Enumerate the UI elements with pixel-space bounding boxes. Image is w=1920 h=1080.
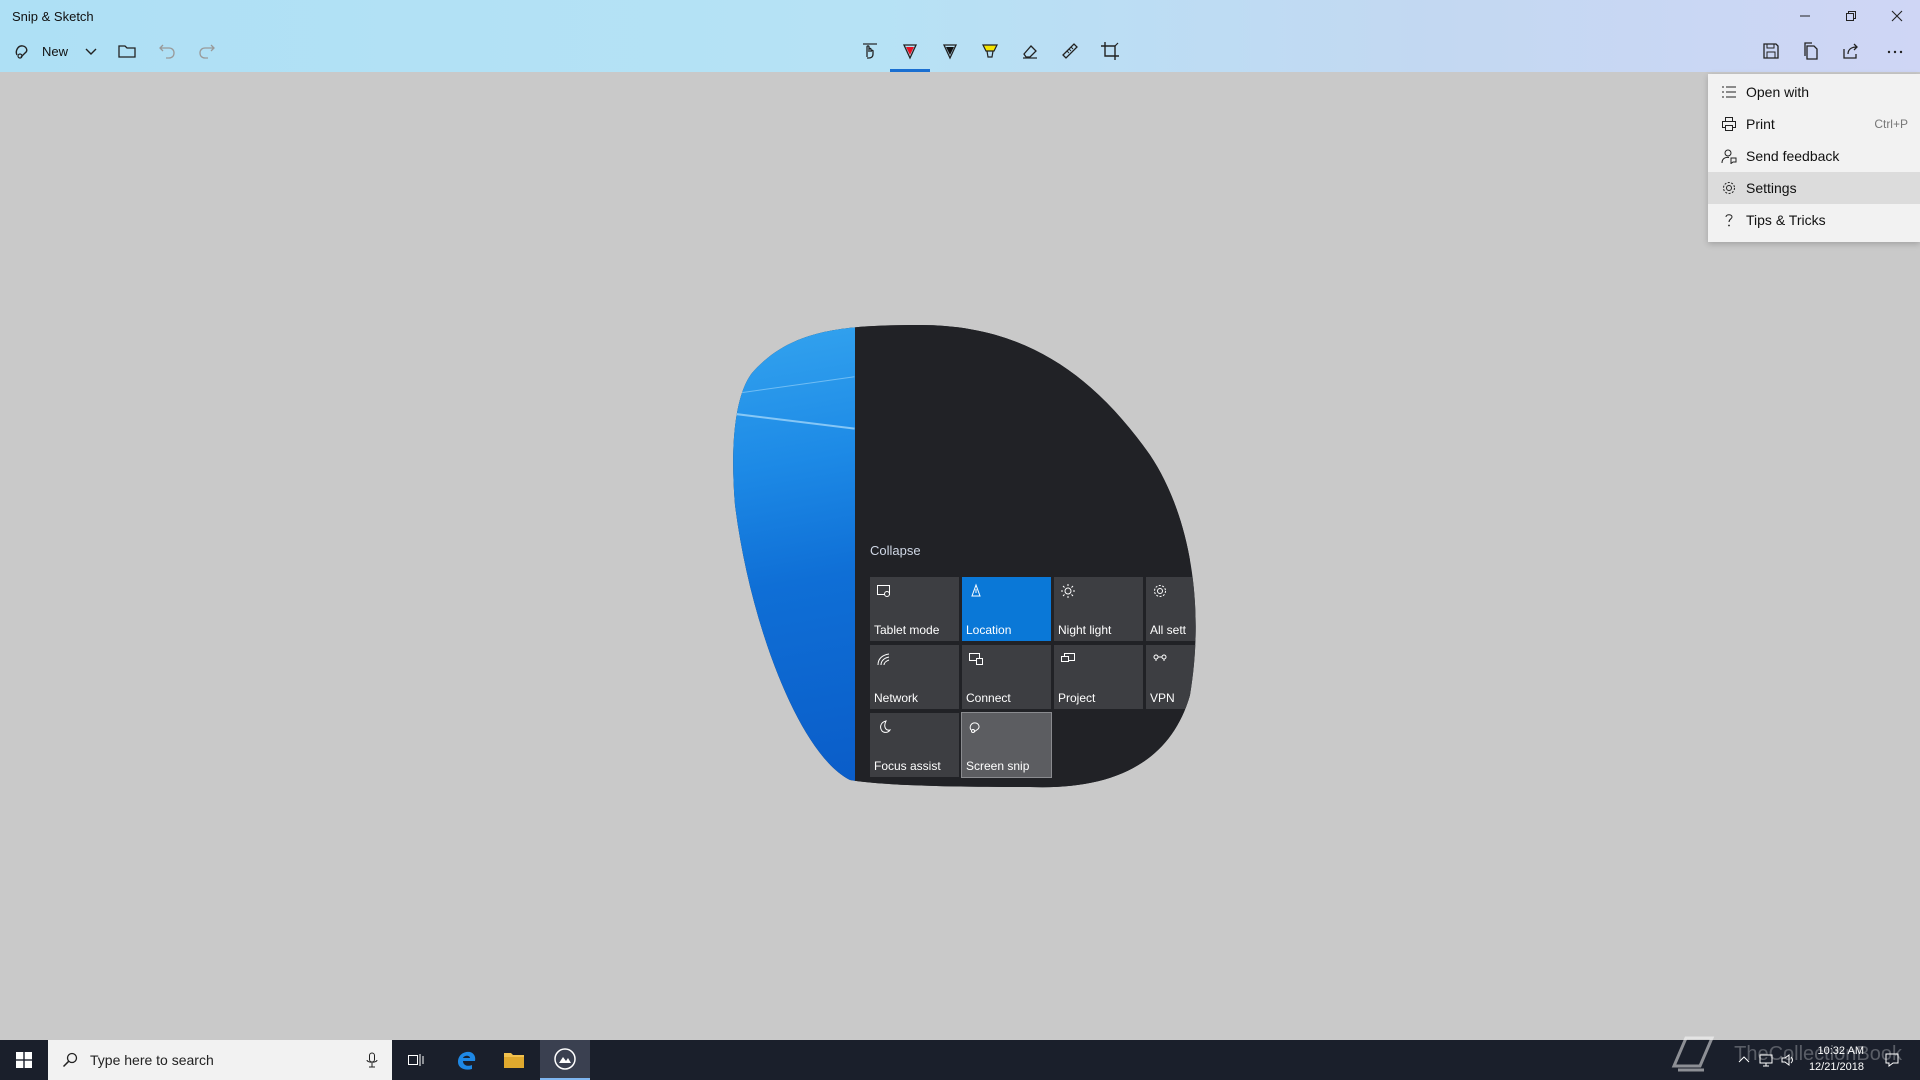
close-button[interactable] xyxy=(1874,0,1920,32)
restore-button[interactable] xyxy=(1828,0,1874,32)
collapse-link: Collapse xyxy=(870,543,921,558)
feedback-icon xyxy=(1720,147,1738,165)
tile-network: Network xyxy=(870,645,959,709)
open-file-icon[interactable] xyxy=(110,36,144,66)
tablet-mode-icon xyxy=(876,583,892,599)
more-icon[interactable] xyxy=(1878,36,1912,66)
start-button[interactable] xyxy=(0,1040,48,1080)
tile-label: All sett xyxy=(1150,623,1187,637)
search-icon xyxy=(62,1052,78,1068)
gear-icon xyxy=(1152,583,1168,599)
vpn-icon xyxy=(1152,651,1168,667)
tile-label: Connect xyxy=(966,691,1011,705)
menu-item-label: Settings xyxy=(1746,180,1797,196)
tile-label: Focus assist xyxy=(874,759,941,773)
menu-item-label: Print xyxy=(1746,116,1775,132)
ballpoint-pen-icon[interactable] xyxy=(893,36,927,66)
save-icon[interactable] xyxy=(1754,36,1788,66)
folder-icon xyxy=(504,1053,524,1068)
tile-night-light: Night light xyxy=(1054,577,1143,641)
snip-image: Collapse Tablet mode Location Night ligh… xyxy=(730,325,1190,790)
taskbar-search[interactable]: Type here to search xyxy=(48,1040,392,1080)
highlighter-icon[interactable] xyxy=(973,36,1007,66)
search-placeholder: Type here to search xyxy=(90,1052,214,1068)
file-explorer-app[interactable] xyxy=(490,1040,538,1080)
menu-item-shortcut: Ctrl+P xyxy=(1874,117,1908,131)
tile-label: Night light xyxy=(1058,623,1112,637)
edge-app[interactable] xyxy=(442,1040,490,1080)
task-view-icon xyxy=(408,1054,424,1066)
open-with-icon xyxy=(1720,83,1738,101)
menu-item-settings[interactable]: Settings xyxy=(1708,172,1920,204)
undo-icon[interactable] xyxy=(150,36,184,66)
tile-project: Project xyxy=(1054,645,1143,709)
screen-snip-icon xyxy=(968,719,984,735)
new-button[interactable]: New xyxy=(42,44,68,59)
tile-label: Project xyxy=(1058,691,1096,705)
tile-label: Network xyxy=(874,691,919,705)
minimize-button[interactable] xyxy=(1782,0,1828,32)
redo-icon[interactable] xyxy=(190,36,224,66)
tile-location: Location xyxy=(962,577,1051,641)
connect-icon xyxy=(968,651,984,667)
menu-item-label: Tips & Tricks xyxy=(1746,212,1826,228)
tile-label: Screen snip xyxy=(966,759,1030,773)
location-icon xyxy=(968,583,984,599)
windows-logo-icon xyxy=(16,1052,32,1068)
edge-icon xyxy=(458,1051,476,1070)
chevron-down-icon[interactable] xyxy=(74,36,108,66)
project-icon xyxy=(1060,651,1076,667)
watermark: TheCollectionBook xyxy=(1734,1043,1902,1065)
microphone-icon[interactable] xyxy=(364,1052,380,1068)
new-snip-icon[interactable] xyxy=(6,36,40,66)
menu-item-tips-tricks[interactable]: Tips & Tricks xyxy=(1708,204,1920,236)
taskbar: Type here to search 10:32 AM 12/21/2018 xyxy=(0,1040,1920,1080)
tile-focus-assist: Focus assist xyxy=(870,713,959,777)
gear-icon xyxy=(1720,179,1738,197)
tile-connect: Connect xyxy=(962,645,1051,709)
tile-label: VPN xyxy=(1150,691,1175,705)
print-icon xyxy=(1720,115,1738,133)
snip-sketch-app[interactable] xyxy=(540,1040,590,1080)
task-view-button[interactable] xyxy=(392,1040,440,1080)
eraser-icon[interactable] xyxy=(1013,36,1047,66)
menu-item-open-with[interactable]: Open with xyxy=(1708,76,1920,108)
snip-clip: Collapse Tablet mode Location Night ligh… xyxy=(730,325,1190,790)
tile-label: Location xyxy=(966,623,1012,637)
network-icon xyxy=(876,651,892,667)
share-icon[interactable] xyxy=(1834,36,1868,66)
snip-sketch-icon xyxy=(554,1048,576,1070)
night-light-icon xyxy=(1060,583,1076,599)
pencil-icon[interactable] xyxy=(933,36,967,66)
menu-item-label: Open with xyxy=(1746,84,1810,100)
title-bar: Snip & Sketch New xyxy=(0,0,1920,72)
book-logo-icon xyxy=(1671,1036,1715,1072)
tile-screen-snip: Screen snip xyxy=(962,713,1051,777)
touch-writing-icon[interactable] xyxy=(853,36,887,66)
menu-item-label: Send feedback xyxy=(1746,148,1840,164)
crop-icon[interactable] xyxy=(1093,36,1127,66)
ruler-icon[interactable] xyxy=(1053,36,1087,66)
moon-icon xyxy=(876,719,892,735)
copy-icon[interactable] xyxy=(1794,36,1828,66)
tile-tablet-mode: Tablet mode xyxy=(870,577,959,641)
window-title: Snip & Sketch xyxy=(12,9,94,24)
menu-item-send-feedback[interactable]: Send feedback xyxy=(1708,140,1920,172)
question-icon xyxy=(1720,211,1738,229)
overflow-menu: Open with Print Ctrl+P Send feedback Set… xyxy=(1708,74,1920,242)
desktop-wallpaper xyxy=(730,325,855,790)
menu-item-print[interactable]: Print Ctrl+P xyxy=(1708,108,1920,140)
tile-label: Tablet mode xyxy=(874,623,940,637)
